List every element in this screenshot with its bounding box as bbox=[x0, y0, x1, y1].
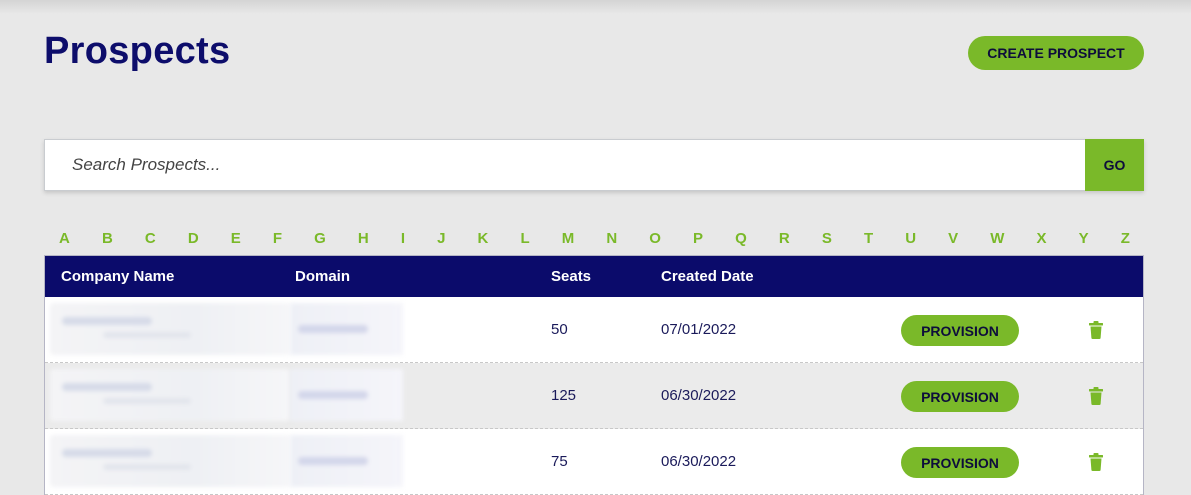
letter-filter-x[interactable]: X bbox=[1037, 228, 1047, 250]
prospects-table: Company Name Domain Seats Created Date 5… bbox=[44, 255, 1144, 495]
created-date-cell: 07/01/2022 bbox=[661, 321, 737, 338]
letter-filter-e[interactable]: E bbox=[231, 228, 241, 250]
letter-filter-d[interactable]: D bbox=[188, 228, 199, 250]
created-date-cell: 06/30/2022 bbox=[661, 453, 737, 470]
letter-filter-m[interactable]: M bbox=[562, 228, 575, 250]
letter-filter-k[interactable]: K bbox=[478, 228, 489, 250]
table-row: 50 07/01/2022 PROVISION bbox=[45, 297, 1143, 363]
table-header: Company Name Domain Seats Created Date bbox=[45, 256, 1143, 297]
column-header-domain[interactable]: Domain bbox=[295, 256, 350, 297]
create-prospect-button[interactable]: CREATE PROSPECT bbox=[968, 36, 1144, 70]
column-header-created-date[interactable]: Created Date bbox=[661, 256, 754, 297]
letter-filter-i[interactable]: I bbox=[401, 228, 405, 250]
letter-filter-h[interactable]: H bbox=[358, 228, 369, 250]
redacted-company-name bbox=[50, 303, 290, 355]
table-row: 75 06/30/2022 PROVISION bbox=[45, 429, 1143, 495]
trash-icon[interactable] bbox=[1088, 321, 1104, 339]
redacted-company-name bbox=[50, 435, 290, 487]
column-header-company[interactable]: Company Name bbox=[61, 256, 174, 297]
letter-filter-z[interactable]: Z bbox=[1121, 228, 1130, 250]
page-title: Prospects bbox=[44, 30, 231, 72]
letter-filter-s[interactable]: S bbox=[822, 228, 832, 250]
letter-filter-y[interactable]: Y bbox=[1079, 228, 1089, 250]
provision-button[interactable]: PROVISION bbox=[901, 381, 1019, 412]
letter-filter-r[interactable]: R bbox=[779, 228, 790, 250]
trash-icon[interactable] bbox=[1088, 453, 1104, 471]
letter-filter-l[interactable]: L bbox=[520, 228, 529, 250]
search-input[interactable] bbox=[45, 140, 1087, 190]
letter-filter-p[interactable]: P bbox=[693, 228, 703, 250]
column-header-seats[interactable]: Seats bbox=[551, 256, 591, 297]
letter-filter-o[interactable]: O bbox=[649, 228, 661, 250]
letter-filter-c[interactable]: C bbox=[145, 228, 156, 250]
trash-icon[interactable] bbox=[1088, 387, 1104, 405]
provision-button[interactable]: PROVISION bbox=[901, 315, 1019, 346]
seats-cell: 50 bbox=[551, 321, 568, 338]
alphabet-filter: A B C D E F G H I J K L M N O P Q R S T … bbox=[44, 228, 1144, 250]
letter-filter-t[interactable]: T bbox=[864, 228, 873, 250]
go-button[interactable]: GO bbox=[1085, 139, 1144, 191]
letter-filter-b[interactable]: B bbox=[102, 228, 113, 250]
redacted-domain bbox=[290, 369, 403, 421]
top-shadow bbox=[0, 0, 1191, 14]
letter-filter-w[interactable]: W bbox=[990, 228, 1004, 250]
letter-filter-v[interactable]: V bbox=[948, 228, 958, 250]
created-date-cell: 06/30/2022 bbox=[661, 387, 737, 404]
letter-filter-g[interactable]: G bbox=[314, 228, 326, 250]
provision-button[interactable]: PROVISION bbox=[901, 447, 1019, 478]
search-bar: GO bbox=[44, 139, 1144, 191]
letter-filter-j[interactable]: J bbox=[437, 228, 445, 250]
seats-cell: 125 bbox=[551, 387, 577, 404]
redacted-domain bbox=[290, 435, 403, 487]
letter-filter-u[interactable]: U bbox=[905, 228, 916, 250]
letter-filter-a[interactable]: A bbox=[59, 228, 70, 250]
redacted-domain bbox=[290, 303, 403, 355]
seats-cell: 75 bbox=[551, 453, 568, 470]
redacted-company-name bbox=[50, 369, 290, 421]
letter-filter-q[interactable]: Q bbox=[735, 228, 747, 250]
table-row: 125 06/30/2022 PROVISION bbox=[45, 363, 1143, 429]
letter-filter-f[interactable]: F bbox=[273, 228, 282, 250]
letter-filter-n[interactable]: N bbox=[606, 228, 617, 250]
